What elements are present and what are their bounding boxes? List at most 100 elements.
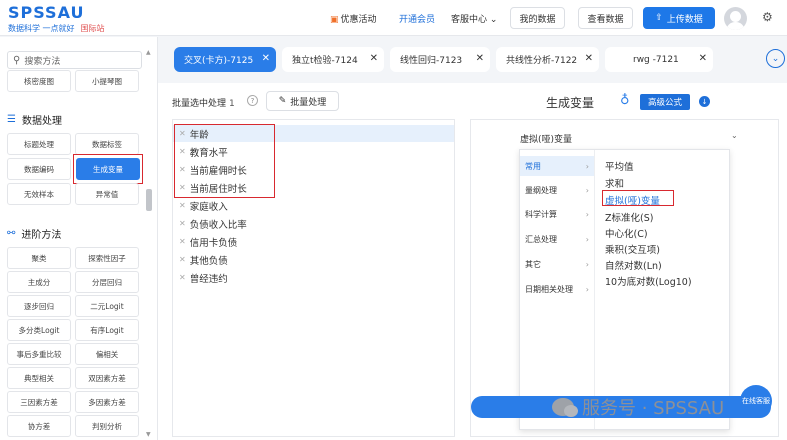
tagline-text: 数据科学 一点就好 xyxy=(8,24,75,33)
batch-process-button[interactable]: ✎ 批量处理 xyxy=(266,91,339,111)
help-icon[interactable]: ? xyxy=(247,95,258,106)
option-log10[interactable]: 10为底对数(Log10) xyxy=(605,274,692,288)
method-item[interactable]: 事后多重比较 xyxy=(7,343,71,365)
upload-data-button[interactable]: ⇧ 上传数据 xyxy=(643,7,715,29)
tab-rwg[interactable]: rwg -7121 ✕ xyxy=(605,47,713,72)
section-label: 数据处理 xyxy=(21,116,62,127)
method-sidebar: ⚲ 搜索方法 ▲ ▼ 核密度图 小提琴图 ☰ 数据处理 标题处理 数据标签 数据编… xyxy=(0,37,158,440)
category-label: 汇总处理 xyxy=(525,234,557,244)
method-title-processing[interactable]: 标题处理 xyxy=(7,133,71,155)
method-violin-plot[interactable]: 小提琴图 xyxy=(75,70,139,92)
vip-link[interactable]: 开通会员 xyxy=(399,12,435,25)
method-data-label[interactable]: 数据标签 xyxy=(75,133,139,155)
remove-icon[interactable]: ✕ xyxy=(179,201,186,210)
method-item[interactable]: 多分类Logit xyxy=(7,319,71,341)
tab-collinearity[interactable]: 共线性分析-7122 ✕ xyxy=(496,47,599,72)
method-item[interactable]: 典型相关 xyxy=(7,367,71,389)
watermark: 服务号 · SPSSAU xyxy=(552,394,724,420)
scroll-down-icon[interactable]: ▼ xyxy=(146,431,151,438)
logo[interactable]: SPSSAU 数据科学 一点就好 国际站 xyxy=(8,3,105,34)
list-item[interactable]: ✕ 其他负债 xyxy=(173,251,454,268)
support-chat-icon[interactable]: 在线客服 xyxy=(740,385,772,417)
top-header: SPSSAU 数据科学 一点就好 国际站 ▣ 优惠活动 开通会员 客服中心 ⌄ 我的… xyxy=(0,0,787,36)
category-column: 常用 › 量纲处理 › 科学计算 › 汇总处理 › 其它 › 日期相关处理 › xyxy=(520,150,595,429)
scroll-thumb[interactable] xyxy=(146,189,152,211)
close-icon[interactable]: ✕ xyxy=(699,53,707,64)
section-data-processing[interactable]: ☰ 数据处理 xyxy=(7,112,62,127)
upload-label: 上传数据 xyxy=(666,14,703,25)
download-icon[interactable]: ↓ xyxy=(699,96,710,107)
category-dimension[interactable]: 量纲处理 › xyxy=(520,180,594,200)
main-panel: 批量选中处理 1 ? ✎ 批量处理 ✕ 年龄 ✕ 教育水平 ✕ 当前雇佣时长 ✕ 当前居住时… xyxy=(158,83,787,440)
upload-icon: ⇧ xyxy=(655,13,663,23)
view-data-button[interactable]: 查看数据 xyxy=(578,7,633,29)
close-icon[interactable]: ✕ xyxy=(585,53,593,64)
method-item[interactable]: 聚类 xyxy=(7,247,71,269)
tab-ttest[interactable]: 独立t检验-7124 ✕ xyxy=(282,47,384,72)
chevron-down-icon[interactable]: ⌄ xyxy=(731,131,738,140)
avatar[interactable] xyxy=(724,7,747,30)
option-zscore[interactable]: Z标准化(S) xyxy=(605,210,653,224)
remove-icon[interactable]: ✕ xyxy=(179,219,186,228)
gear-icon[interactable]: ⚙ xyxy=(762,10,773,24)
method-item[interactable]: 探索性因子 xyxy=(75,247,139,269)
method-data-encoding[interactable]: 数据编码 xyxy=(7,158,71,180)
intl-link[interactable]: 国际站 xyxy=(81,24,105,33)
method-item[interactable]: 二元Logit xyxy=(75,295,139,317)
chevron-right-icon: › xyxy=(585,185,589,195)
category-common[interactable]: 常用 › xyxy=(520,156,594,176)
promo-link[interactable]: ▣ 优惠活动 xyxy=(330,12,377,25)
method-item[interactable]: 多因素方差 xyxy=(75,391,139,413)
tab-label: 共线性分析-7122 xyxy=(506,56,578,66)
remove-icon[interactable]: ✕ xyxy=(179,273,186,282)
advanced-formula-button[interactable]: 高级公式 xyxy=(640,94,690,110)
option-mean[interactable]: 平均值 xyxy=(605,159,634,173)
method-item[interactable]: 主成分 xyxy=(7,271,71,293)
close-icon[interactable]: ✕ xyxy=(262,53,270,64)
method-outliers[interactable]: 异常值 xyxy=(75,183,139,205)
list-item[interactable]: ✕ 曾经违约 xyxy=(173,269,454,286)
option-product[interactable]: 乘积(交互项) xyxy=(605,242,660,256)
option-center[interactable]: 中心化(C) xyxy=(605,226,648,240)
service-label: 客服中心 xyxy=(451,15,488,25)
section-advanced-methods[interactable]: ⚯ 进阶方法 xyxy=(7,226,61,241)
highlight-box xyxy=(174,124,275,198)
tab-linear-regression[interactable]: 线性回归-7123 ✕ xyxy=(390,47,490,72)
category-summary[interactable]: 汇总处理 › xyxy=(520,229,594,249)
method-item[interactable]: 逐步回归 xyxy=(7,295,71,317)
method-item[interactable]: 三因素方差 xyxy=(7,391,71,413)
list-item[interactable]: ✕ 家庭收入 xyxy=(173,197,454,214)
scroll-up-icon[interactable]: ▲ xyxy=(146,49,151,56)
method-item[interactable]: 双因素方差 xyxy=(75,367,139,389)
category-date[interactable]: 日期相关处理 › xyxy=(520,279,594,299)
close-icon[interactable]: ✕ xyxy=(370,53,378,64)
sidebar-scrollbar[interactable]: ▲ ▼ xyxy=(146,49,152,439)
option-ln[interactable]: 自然对数(Ln) xyxy=(605,258,662,272)
method-item[interactable]: 判别分析 xyxy=(75,415,139,437)
function-select[interactable]: 虚拟(哑)变量 xyxy=(520,132,572,145)
remove-icon[interactable]: ✕ xyxy=(179,237,186,246)
list-item[interactable]: ✕ 信用卡负债 xyxy=(173,233,454,250)
remove-icon[interactable]: ✕ xyxy=(179,255,186,264)
list-item[interactable]: ✕ 负债收入比率 xyxy=(173,215,454,232)
chevron-right-icon: › xyxy=(585,161,589,171)
tab-crosstab[interactable]: 交叉(卡方)-7125 ✕ xyxy=(174,47,276,72)
close-icon[interactable]: ✕ xyxy=(476,53,484,64)
method-item[interactable]: 协方差 xyxy=(7,415,71,437)
method-kde-plot[interactable]: 核密度图 xyxy=(7,70,71,92)
category-scientific[interactable]: 科学计算 › xyxy=(520,204,594,224)
method-item[interactable]: 分层回归 xyxy=(75,271,139,293)
service-center-menu[interactable]: 客服中心 ⌄ xyxy=(451,12,497,25)
option-sum[interactable]: 求和 xyxy=(605,176,624,190)
my-data-button[interactable]: 我的数据 xyxy=(510,7,565,29)
section-label: 进阶方法 xyxy=(21,230,62,241)
category-other[interactable]: 其它 › xyxy=(520,254,594,274)
lightbulb-icon[interactable]: ♁ xyxy=(620,93,630,108)
method-search-input[interactable]: ⚲ 搜索方法 xyxy=(7,51,142,69)
method-invalid-samples[interactable]: 无效样本 xyxy=(7,183,71,205)
chevron-down-icon[interactable]: ⌄ xyxy=(766,49,785,68)
search-placeholder: 搜索方法 xyxy=(24,56,61,67)
method-item[interactable]: 有序Logit xyxy=(75,319,139,341)
method-item[interactable]: 偏相关 xyxy=(75,343,139,365)
function-dropdown: 常用 › 量纲处理 › 科学计算 › 汇总处理 › 其它 › 日期相关处理 › 平均值 求和… xyxy=(519,149,730,430)
